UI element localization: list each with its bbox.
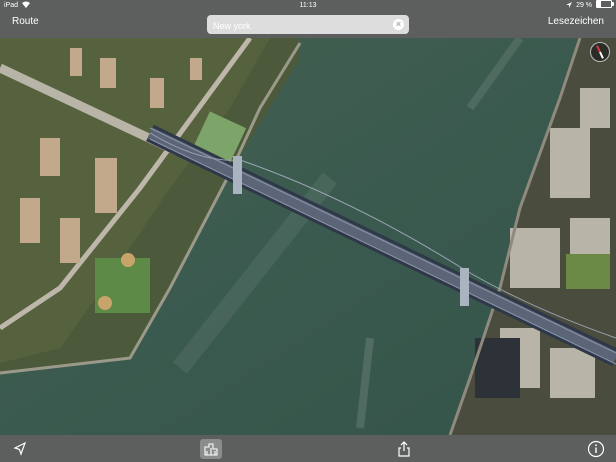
bookmarks-button[interactable]: Lesezeichen xyxy=(548,16,604,27)
battery-icon xyxy=(596,0,614,8)
satellite-map xyxy=(0,38,616,435)
share-icon[interactable] xyxy=(394,439,414,459)
clear-icon[interactable]: × xyxy=(393,19,404,30)
route-button[interactable]: Route xyxy=(12,16,39,27)
status-right: 29 % xyxy=(566,0,614,12)
location-service-icon xyxy=(566,2,573,8)
bridge-tower xyxy=(233,156,242,194)
3d-buildings-icon[interactable] xyxy=(200,439,222,459)
battery-percent: 29 % xyxy=(576,2,593,9)
ball-diamond xyxy=(121,253,135,267)
compass-icon[interactable] xyxy=(590,42,610,62)
search-field[interactable]: × xyxy=(207,15,409,34)
location-arrow-icon[interactable] xyxy=(10,439,30,459)
ball-diamond xyxy=(98,296,112,310)
search-input[interactable] xyxy=(211,17,393,34)
green-lot xyxy=(566,254,610,289)
bottom-toolbar xyxy=(0,435,616,462)
status-time: 11:13 xyxy=(299,2,317,9)
status-bar: iPad 11:13 29 % xyxy=(0,0,616,12)
bridge-tower xyxy=(460,268,469,306)
info-icon[interactable] xyxy=(586,439,606,459)
top-bar: iPad 11:13 29 % Route × Lesezeichen xyxy=(0,0,616,38)
map-view[interactable] xyxy=(0,38,616,435)
